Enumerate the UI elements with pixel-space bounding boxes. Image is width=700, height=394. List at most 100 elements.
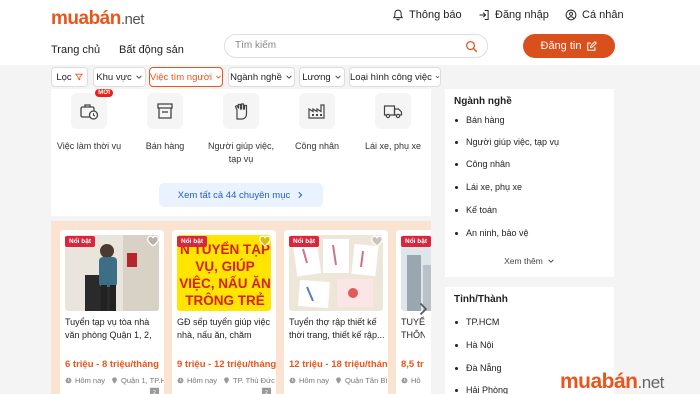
- featured-badge: Nổi bật: [177, 236, 208, 247]
- glove-icon: [234, 103, 248, 120]
- truck-icon: [383, 105, 403, 119]
- region-dropdown[interactable]: Khu vực: [93, 67, 146, 87]
- category-label: Công nhân: [294, 141, 340, 151]
- category-workers[interactable]: Công nhân: [279, 93, 355, 153]
- heart-icon[interactable]: [370, 234, 384, 248]
- see-all-categories-button[interactable]: Xem tất cả 44 chuyên mục: [159, 183, 323, 207]
- header: muabán.net Thông báo Đăng nhập Cá nhân T…: [0, 0, 700, 65]
- category-label: Bán hàng: [145, 141, 185, 151]
- nav-home[interactable]: Trang chủ: [51, 44, 100, 56]
- logo-tld: .net: [120, 11, 145, 28]
- job-location: TP. Thủ Đức: [233, 376, 275, 385]
- filter-chip[interactable]: Lọc: [51, 67, 88, 87]
- job-title: Tuyển thợ rập thiết kế thời trang, thiết…: [289, 317, 385, 340]
- province-link[interactable]: Hải Phòng: [455, 385, 508, 394]
- job-title: GĐ sếp tuyển giúp việc nhà, nấu ăn, chăm…: [177, 317, 271, 340]
- location-pin-icon: [336, 377, 341, 384]
- notify-link[interactable]: Thông báo: [392, 9, 462, 21]
- category-label: Người giúp việc, tạp vụ: [208, 141, 274, 164]
- job-type-dropdown[interactable]: Việc tìm người: [149, 67, 223, 87]
- svg-text:2: 2: [265, 390, 268, 394]
- carousel-next-button[interactable]: [416, 300, 430, 318]
- search-icon[interactable]: [465, 40, 478, 53]
- see-all-label: Xem tất cả 44 chuyên mục: [177, 189, 291, 201]
- filter-bar: Lọc Khu vực Việc tìm người Ngành nghề Lư…: [0, 65, 700, 89]
- job-time: Hô: [411, 376, 421, 385]
- chevron-down-icon: [135, 75, 142, 79]
- industry-link[interactable]: Người giúp việc, tạp vụ: [455, 137, 559, 147]
- work-type-label: Loại hình công việc: [350, 71, 432, 83]
- province-link[interactable]: Hà Nội: [455, 340, 494, 350]
- user-circle-icon: [565, 9, 577, 21]
- featured-badge: Nổi bật: [401, 236, 431, 247]
- bell-icon: [393, 9, 403, 21]
- industry-link[interactable]: Lái xe, phụ xe: [455, 182, 522, 192]
- industry-dropdown[interactable]: Ngành nghề: [228, 67, 295, 87]
- heart-icon[interactable]: [146, 234, 160, 248]
- industry-link[interactable]: Kế toán: [455, 205, 497, 215]
- province-link[interactable]: Đà Nẵng: [455, 363, 502, 373]
- clock-icon: [401, 377, 408, 384]
- job-location: Quận 1, TP.H: [121, 376, 164, 385]
- watermark-logo: muabán.net: [560, 370, 664, 393]
- industry-link[interactable]: Công nhân: [455, 159, 510, 169]
- salary-label: Lương: [302, 71, 331, 83]
- featured-jobs-panel: Nổi bật 2 Tuyển tạp vụ tòa nhà văn phòng…: [51, 221, 431, 394]
- job-card[interactable]: Nổi bật Tuyển thợ rập thiết kế thời tran…: [284, 230, 388, 394]
- chevron-right-icon: [419, 302, 428, 316]
- industry-link[interactable]: An ninh, bảo vệ: [455, 228, 529, 238]
- shop-icon: [157, 103, 173, 119]
- notify-label: Thông báo: [409, 9, 462, 21]
- search-input[interactable]: [235, 40, 455, 51]
- industry-link[interactable]: Bán hàng: [455, 115, 505, 125]
- job-meta: Hôm nay Quận Tân Bì: [289, 376, 387, 385]
- location-pin-icon: [112, 377, 117, 384]
- login-link[interactable]: Đăng nhập: [478, 9, 549, 21]
- job-title: TUYỂ THÔN: [401, 317, 425, 340]
- job-type-label: Việc tìm người: [150, 71, 213, 83]
- funnel-icon: [74, 73, 83, 81]
- job-salary: 9 triệu - 12 triệu/tháng: [177, 359, 276, 370]
- chevron-down-icon: [548, 259, 554, 263]
- job-salary: 8,5 tr: [401, 359, 424, 370]
- job-time: Hôm nay: [187, 376, 218, 385]
- job-salary: 6 triệu - 8 triệu/tháng: [65, 359, 159, 370]
- category-label: Việc làm thời vụ: [56, 141, 122, 151]
- site-logo[interactable]: muabán.net: [51, 8, 144, 30]
- filter-label: Lọc: [56, 71, 72, 83]
- chevron-down-icon: [334, 75, 341, 79]
- account-label: Cá nhân: [582, 9, 624, 21]
- industries-title: Ngành nghề: [454, 96, 512, 107]
- photo-count-icon: 2: [149, 387, 160, 394]
- chevron-right-icon: [298, 191, 303, 199]
- province-link[interactable]: TP.HCM: [455, 317, 499, 327]
- category-drivers[interactable]: Lái xe, phụ xe: [355, 93, 431, 153]
- work-type-dropdown[interactable]: Loại hình công việc: [349, 67, 441, 87]
- salary-dropdown[interactable]: Lương: [299, 67, 345, 87]
- job-card[interactable]: Nổi bật 2 Tuyển tạp vụ tòa nhà văn phòng…: [60, 230, 164, 394]
- post-ad-button[interactable]: Đăng tin: [523, 34, 615, 58]
- featured-badge: Nổi bật: [289, 236, 320, 247]
- chevron-down-icon: [216, 75, 221, 79]
- login-icon: [479, 10, 489, 20]
- industries-panel: Ngành nghề Bán hàng Người giúp việc, tạp…: [445, 89, 614, 277]
- category-seasonal[interactable]: MỚI Việc làm thời vụ: [51, 89, 127, 153]
- see-more-industries-button[interactable]: Xem thêm: [445, 256, 614, 266]
- heart-icon[interactable]: [258, 234, 272, 248]
- nav-realestate[interactable]: Bất động sản: [119, 44, 184, 56]
- job-location: Quận Tân Bì: [345, 376, 388, 385]
- account-link[interactable]: Cá nhân: [565, 9, 624, 21]
- job-meta: Hôm nay Quận 1, TP.H: [65, 376, 164, 385]
- featured-badge: Nổi bật: [65, 236, 96, 247]
- category-housekeeping[interactable]: Người giúp việc, tạp vụ: [203, 93, 279, 166]
- job-title: Tuyển tạp vụ tòa nhà văn phòng Quận 1, 2…: [65, 317, 152, 340]
- clock-icon: [177, 377, 184, 384]
- search-box: [224, 34, 488, 58]
- category-sales[interactable]: Bán hàng: [127, 93, 203, 153]
- edit-icon: [587, 40, 598, 51]
- clock-briefcase-icon: [80, 104, 99, 120]
- job-meta: Hôm nay TP. Thủ Đức: [177, 376, 275, 385]
- login-label: Đăng nhập: [495, 9, 549, 21]
- job-card[interactable]: N TUYỂN TẠP VỤ, GIÚP VIỆC, NẤU ĂN TRÔNG …: [172, 230, 276, 394]
- chevron-down-icon: [435, 76, 440, 79]
